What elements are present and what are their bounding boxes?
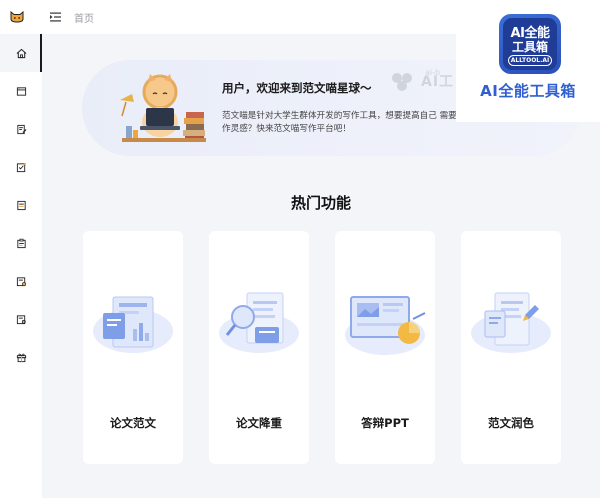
watermark-logo: ai-b AI工 [387, 68, 454, 92]
cat-laptop-illustration [120, 74, 206, 142]
ai-logo-line2: 工具箱 [511, 40, 548, 54]
feature-card-label: 论文降重 [236, 416, 282, 430]
paper-sample-illustration [93, 296, 173, 353]
sidebar-item-window[interactable] [0, 72, 42, 110]
sidebar [0, 34, 42, 498]
browser-window-icon [16, 86, 26, 96]
file-gear-icon [16, 276, 26, 286]
home-icon [16, 48, 26, 58]
feature-card-paper-sample[interactable]: 论文范文 [83, 231, 183, 464]
presentation-illustration [345, 296, 426, 355]
sidebar-item-file-search[interactable] [0, 300, 42, 338]
feature-card-label: 答辩PPT [361, 416, 409, 430]
feature-card-label: 范文润色 [488, 416, 534, 430]
document-edit-icon [16, 124, 26, 134]
ai-tool-logo: AI全能 工具箱 ALLTOOL.AI [499, 14, 561, 74]
sidebar-item-home[interactable] [0, 34, 42, 72]
menu-fold-icon[interactable] [48, 10, 62, 24]
polish-illustration [471, 292, 551, 353]
document-list-icon [16, 200, 26, 210]
cat-logo-icon[interactable] [0, 0, 34, 34]
sidebar-item-check[interactable] [0, 148, 42, 186]
clipboard-icon [16, 238, 26, 248]
sidebar-item-gift[interactable] [0, 338, 42, 376]
sidebar-item-file-settings[interactable] [0, 262, 42, 300]
watermark-icon [392, 73, 412, 91]
ai-tool-badge[interactable]: AI全能 工具箱 ALLTOOL.AI AI全能工具箱 [456, 0, 600, 122]
breadcrumb-home[interactable]: 首页 [74, 10, 94, 25]
checklist-icon [16, 162, 26, 172]
sidebar-item-edit[interactable] [0, 110, 42, 148]
section-title: 热门功能 [290, 194, 351, 212]
watermark-small-text: ai-b [425, 68, 441, 77]
file-search-icon [16, 314, 26, 324]
banner-title: 用户，欢迎来到范文喵星球～ [222, 81, 372, 95]
feature-card-presentation[interactable]: 答辩PPT [335, 231, 435, 464]
feature-card-polish[interactable]: 范文润色 [461, 231, 561, 464]
gift-icon [16, 353, 26, 362]
feature-card-label: 论文范文 [110, 416, 156, 430]
sidebar-item-list[interactable] [0, 186, 42, 224]
feature-card-paper-rewrite[interactable]: 论文降重 [209, 231, 309, 464]
ai-logo-line3: ALLTOOL.AI [508, 55, 552, 66]
ai-tool-caption: AI全能工具箱 [480, 82, 576, 100]
paper-rewrite-illustration [219, 292, 299, 353]
feature-cards: 论文范文 论文降重 答辩PPT 范文润色 [83, 231, 561, 464]
ai-tool-logo-inner: AI全能 工具箱 ALLTOOL.AI [503, 18, 557, 70]
sidebar-item-clipboard[interactable] [0, 224, 42, 262]
banner-description: 范文喵是针对大学生群体开发的写作工具，想要提高自己 需要写作灵感？快来范文喵写作… [222, 111, 466, 134]
